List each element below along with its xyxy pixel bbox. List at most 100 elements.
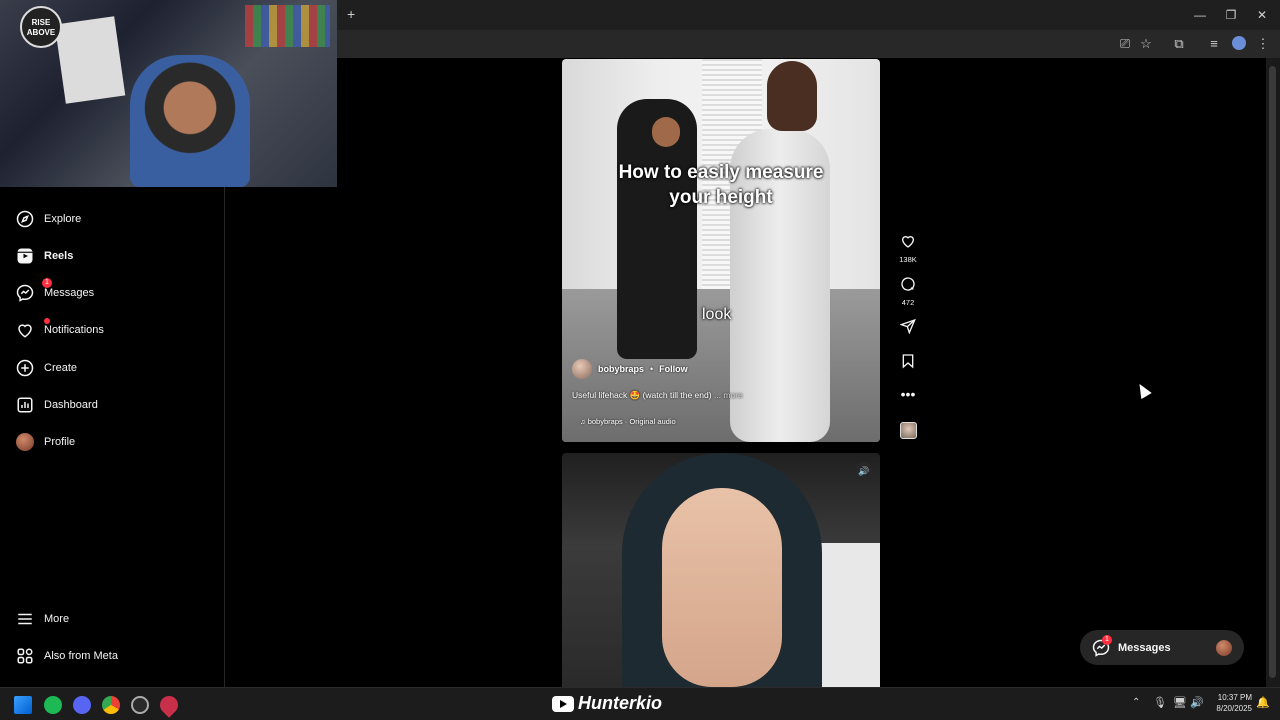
windows-start-icon[interactable]: [14, 696, 32, 714]
send-icon: [899, 318, 916, 335]
close-icon[interactable]: ✕: [1252, 6, 1272, 24]
messages-badge: 1: [42, 278, 52, 288]
like-count: 138K: [899, 255, 917, 264]
plus-square-icon: [16, 359, 34, 377]
sidebar: Explore Reels 1 Messages Notifications C…: [0, 187, 225, 687]
streamer-brand: Hunterkio: [552, 693, 662, 714]
notifications-icon[interactable]: 🔔: [1256, 696, 1270, 709]
scrollbar-thumb[interactable]: [1269, 66, 1276, 678]
sidebar-item-label: Create: [44, 362, 78, 374]
messenger-icon: [16, 284, 34, 302]
sidebar-item-explore[interactable]: Explore: [16, 207, 81, 231]
microphone-icon[interactable]: 🎙: [1153, 696, 1167, 709]
bookmark-icon: [902, 354, 914, 369]
reel-author: bobybraps • Follow: [572, 359, 688, 379]
audio-label: bobybraps · Original audio: [587, 417, 676, 426]
more-link[interactable]: ... more: [714, 390, 743, 400]
discord-icon[interactable]: [73, 696, 91, 714]
messages-badge: 1: [1102, 634, 1112, 645]
caption-line-1: How to easily measure: [618, 162, 824, 183]
whiteboard: [54, 16, 126, 104]
install-app-icon[interactable]: ⎚: [1116, 35, 1134, 53]
sidebar-item-profile[interactable]: Profile: [16, 430, 75, 454]
youtube-icon: [552, 695, 574, 712]
sidebar-item-also-from-meta[interactable]: Also from Meta: [16, 644, 118, 668]
messages-button[interactable]: 1 Messages: [1080, 630, 1244, 665]
reel-description: Useful lifehack 🤩 (watch till the end) .…: [572, 390, 743, 401]
menu-kebab-icon[interactable]: ⋮: [1254, 35, 1272, 53]
sidebar-item-create[interactable]: Create: [16, 356, 77, 380]
heart-icon: [18, 324, 32, 338]
comment-icon: [901, 277, 915, 291]
heart-icon: [901, 236, 915, 248]
settings-app-icon[interactable]: [131, 696, 149, 714]
sidebar-item-label: Profile: [44, 436, 76, 448]
comment-button[interactable]: 472: [898, 276, 918, 307]
sidebar-item-label: More: [44, 613, 70, 625]
meta-apps-icon: [17, 648, 33, 664]
man-head: [652, 117, 680, 147]
reel-video-next[interactable]: 🔊: [562, 453, 880, 687]
sidebar-item-messages[interactable]: 1 Messages: [16, 278, 95, 305]
volume-icon[interactable]: 🔊: [1190, 696, 1204, 709]
save-button[interactable]: [898, 353, 918, 374]
browser-toolbar: ⎚ ☆ ⧉ ≡ ⋮: [337, 30, 1280, 58]
share-button[interactable]: [898, 318, 918, 339]
sidebar-item-label: Dashboard: [44, 399, 98, 411]
dashboard-icon: [17, 397, 33, 413]
extensions-icon[interactable]: ⧉: [1170, 35, 1188, 53]
compass-icon: [16, 210, 34, 228]
clock[interactable]: 10:37 PM 8/20/2025: [1208, 692, 1252, 714]
pixel-art-poster: [245, 5, 330, 47]
browser-tab-bar: + — ❐ ✕: [337, 0, 1280, 30]
reel-video[interactable]: How to easily measure your height look b…: [562, 59, 880, 442]
separator: •: [650, 364, 654, 374]
author-username[interactable]: bobybraps: [598, 364, 644, 374]
sidebar-item-label: Explore: [44, 213, 82, 225]
minimize-icon[interactable]: —: [1190, 6, 1210, 24]
new-tab-button[interactable]: +: [347, 6, 355, 22]
reel-subtitle: look: [702, 306, 732, 323]
logo-text-2: ABOVE: [26, 28, 56, 37]
spotify-icon[interactable]: [44, 696, 62, 714]
maps-pin-icon[interactable]: [156, 692, 182, 718]
audio-thumbnail[interactable]: [900, 422, 917, 439]
messages-icon-wrap: 1: [1092, 634, 1112, 657]
sidebar-item-label: Messages: [44, 287, 95, 299]
reel-audio[interactable]: ♫ bobybraps · Original audio: [580, 417, 676, 426]
author-avatar[interactable]: [572, 359, 592, 379]
clock-time: 10:37 PM: [1217, 693, 1252, 702]
bookmark-star-icon[interactable]: ☆: [1137, 35, 1155, 53]
clock-date: 8/20/2025: [1216, 704, 1252, 713]
sidebar-item-label: Notifications: [44, 324, 104, 336]
like-button[interactable]: 138K: [898, 233, 918, 264]
sidebar-item-dashboard[interactable]: Dashboard: [16, 393, 98, 417]
woman-hair: [767, 61, 817, 131]
windows-taskbar: Hunterkio ⌃ 🎙 🖥 🔊 10:37 PM 8/20/2025 🔔: [0, 687, 1280, 720]
sidebar-item-label: Reels: [44, 250, 74, 262]
chevron-up-icon[interactable]: ⌃: [1132, 697, 1140, 708]
rise-above-logo: RISE ABOVE: [20, 6, 62, 48]
reel-caption-title: How to easily measure your height: [562, 160, 880, 210]
volume-icon[interactable]: 🔊: [855, 462, 873, 480]
more-options-icon[interactable]: •••: [898, 386, 918, 402]
notification-dot: [44, 318, 50, 324]
sidebar-item-label: Also from Meta: [44, 650, 118, 662]
hamburger-icon: [18, 613, 32, 625]
follow-button[interactable]: Follow: [659, 364, 688, 374]
sidebar-item-reels[interactable]: Reels: [16, 244, 73, 268]
restore-icon[interactable]: ❐: [1221, 6, 1241, 24]
streamer: [130, 55, 250, 187]
media-control-icon[interactable]: ≡: [1205, 35, 1223, 53]
caption-line-2: your height: [669, 187, 773, 208]
woman-face: [662, 488, 782, 687]
mouse-cursor: [1134, 380, 1152, 400]
network-icon[interactable]: 🖥: [1173, 696, 1187, 709]
sidebar-item-notifications[interactable]: Notifications: [16, 318, 104, 342]
profile-avatar[interactable]: [1232, 36, 1246, 50]
music-note-icon: ♫: [580, 417, 588, 426]
comment-count: 472: [901, 298, 915, 307]
chrome-icon[interactable]: [102, 696, 120, 714]
brand-text: Hunterkio: [578, 693, 663, 713]
sidebar-item-more[interactable]: More: [16, 607, 69, 631]
